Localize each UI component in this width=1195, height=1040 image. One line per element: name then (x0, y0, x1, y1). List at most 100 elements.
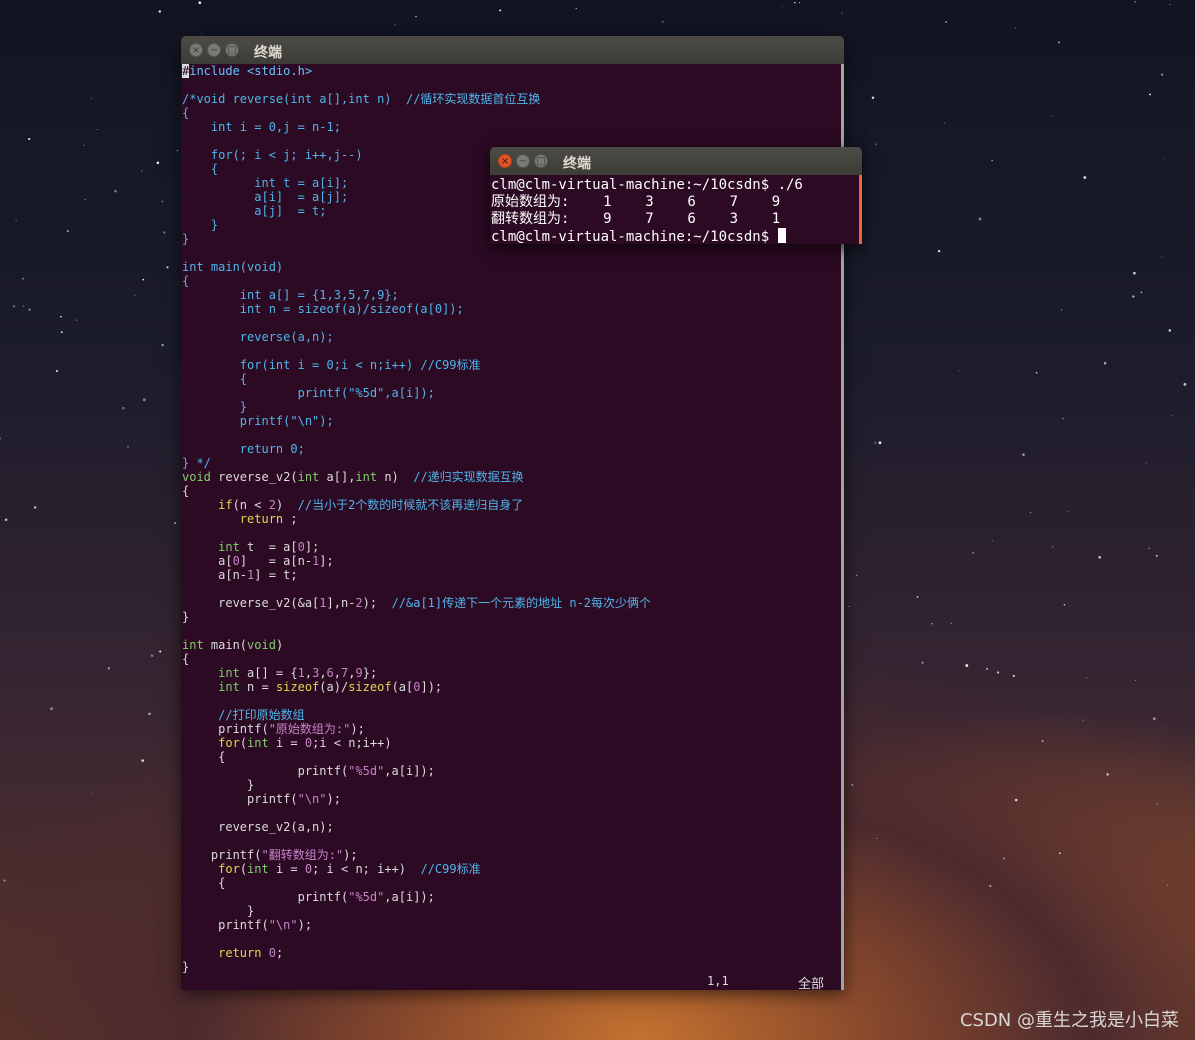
star (989, 884, 992, 888)
star (1134, 679, 1137, 682)
star (1160, 73, 1164, 77)
star (114, 189, 117, 193)
star (1156, 803, 1158, 805)
cursor-position: 1,1 (707, 974, 729, 988)
code-token: ] = a[n- (239, 554, 313, 568)
code-line: { (182, 750, 651, 764)
terminal-scroll-edge (859, 175, 862, 244)
vim-window-titlebar[interactable]: × − □ 终端 (181, 36, 844, 64)
code-token: for(int i = 0;i < n;i++) //C99标准 (182, 358, 481, 372)
code-token: "%5d" (348, 890, 385, 904)
star (1041, 740, 1044, 742)
star (1133, 271, 1136, 275)
star (15, 220, 17, 222)
code-line: /*void reverse(int a[],int n) //循环实现数据首位… (182, 92, 651, 106)
code-line: void reverse_v2(int a[],int n) //递归实现数据互… (182, 470, 651, 484)
star (55, 369, 59, 373)
minimize-icon[interactable]: − (207, 43, 221, 57)
star (1152, 717, 1156, 721)
code-line: reverse_v2(&a[1],n-2); //&a[1]传递下一个元素的地址… (182, 596, 651, 610)
star (158, 10, 162, 13)
star (856, 574, 858, 576)
maximize-icon[interactable]: □ (225, 43, 239, 57)
star (865, 287, 867, 289)
maximize-icon[interactable]: □ (534, 154, 548, 168)
code-line: printf("原始数组为:"); (182, 722, 651, 736)
terminal-titlebar[interactable]: × − □ 终端 (490, 147, 862, 175)
code-token: a[ (182, 554, 233, 568)
star (965, 664, 969, 667)
code-line: int main(void) (182, 260, 651, 274)
code-token: return (218, 946, 262, 960)
code-line: #include <stdio.h> (182, 64, 651, 78)
code-line: int t = a[0]; (182, 540, 651, 554)
star (201, 33, 203, 35)
code-token: int i = 0,j = n-1; (182, 120, 341, 134)
star (871, 96, 875, 99)
star (83, 144, 85, 146)
star (1029, 511, 1032, 514)
code-token: printf( (182, 848, 262, 862)
code-token: reverse_v2(a,n); (182, 820, 334, 834)
code-token: ,a[i]); (384, 764, 435, 778)
star (163, 231, 166, 234)
code-token: int (218, 540, 240, 554)
code-token: (a[ (391, 680, 414, 694)
star (1052, 546, 1054, 548)
output-terminal-window[interactable]: × − □ 终端 clm@clm-virtual-machine:~/10csd… (490, 147, 862, 246)
star (148, 712, 151, 716)
star (1052, 115, 1054, 117)
star (21, 277, 25, 280)
star (166, 266, 169, 269)
star (996, 671, 1000, 674)
code-token: for (218, 862, 240, 876)
code-line: { (182, 652, 651, 666)
code-token: 0 (268, 946, 276, 960)
code-token: int (247, 862, 269, 876)
star (12, 305, 16, 308)
code-line: //打印原始数组 (182, 708, 651, 722)
terminal-line: 原始数组为: 1 3 6 7 9 (491, 194, 781, 210)
star (958, 370, 960, 372)
code-token: { (182, 372, 248, 386)
code-token: 1 (297, 666, 305, 680)
code-token: a[j] = t; (182, 204, 327, 218)
code-token: printf("\n"); (182, 414, 334, 428)
code-token: { (182, 652, 190, 666)
close-icon[interactable]: × (189, 43, 203, 57)
code-token: 0 (297, 540, 305, 554)
code-line: printf("\n"); (182, 792, 651, 806)
code-token: ); (297, 918, 313, 932)
star (661, 20, 664, 23)
star (575, 7, 577, 9)
star (1171, 415, 1173, 417)
minimize-icon[interactable]: − (516, 154, 530, 168)
code-token: 1 (319, 596, 327, 610)
star (978, 217, 982, 221)
terminal-output[interactable]: clm@clm-virtual-machine:~/10csdn$ ./6 原始数… (491, 177, 803, 246)
star (1082, 720, 1084, 722)
code-token: { (182, 162, 219, 176)
star (1057, 41, 1061, 44)
code-token: printf( (182, 792, 298, 806)
star (851, 784, 854, 786)
code-token: 9 (355, 666, 363, 680)
code-token: } (182, 400, 248, 414)
code-line: { (182, 876, 651, 890)
code-token: , (304, 666, 313, 680)
star (4, 518, 8, 522)
star (394, 24, 396, 26)
code-token: ( (239, 862, 248, 876)
close-icon[interactable]: × (498, 154, 512, 168)
code-line: } (182, 400, 651, 414)
star (1134, 0, 1136, 3)
code-line: { (182, 372, 651, 386)
star (142, 278, 145, 281)
code-token: for (218, 736, 240, 750)
code-token: int (247, 736, 269, 750)
